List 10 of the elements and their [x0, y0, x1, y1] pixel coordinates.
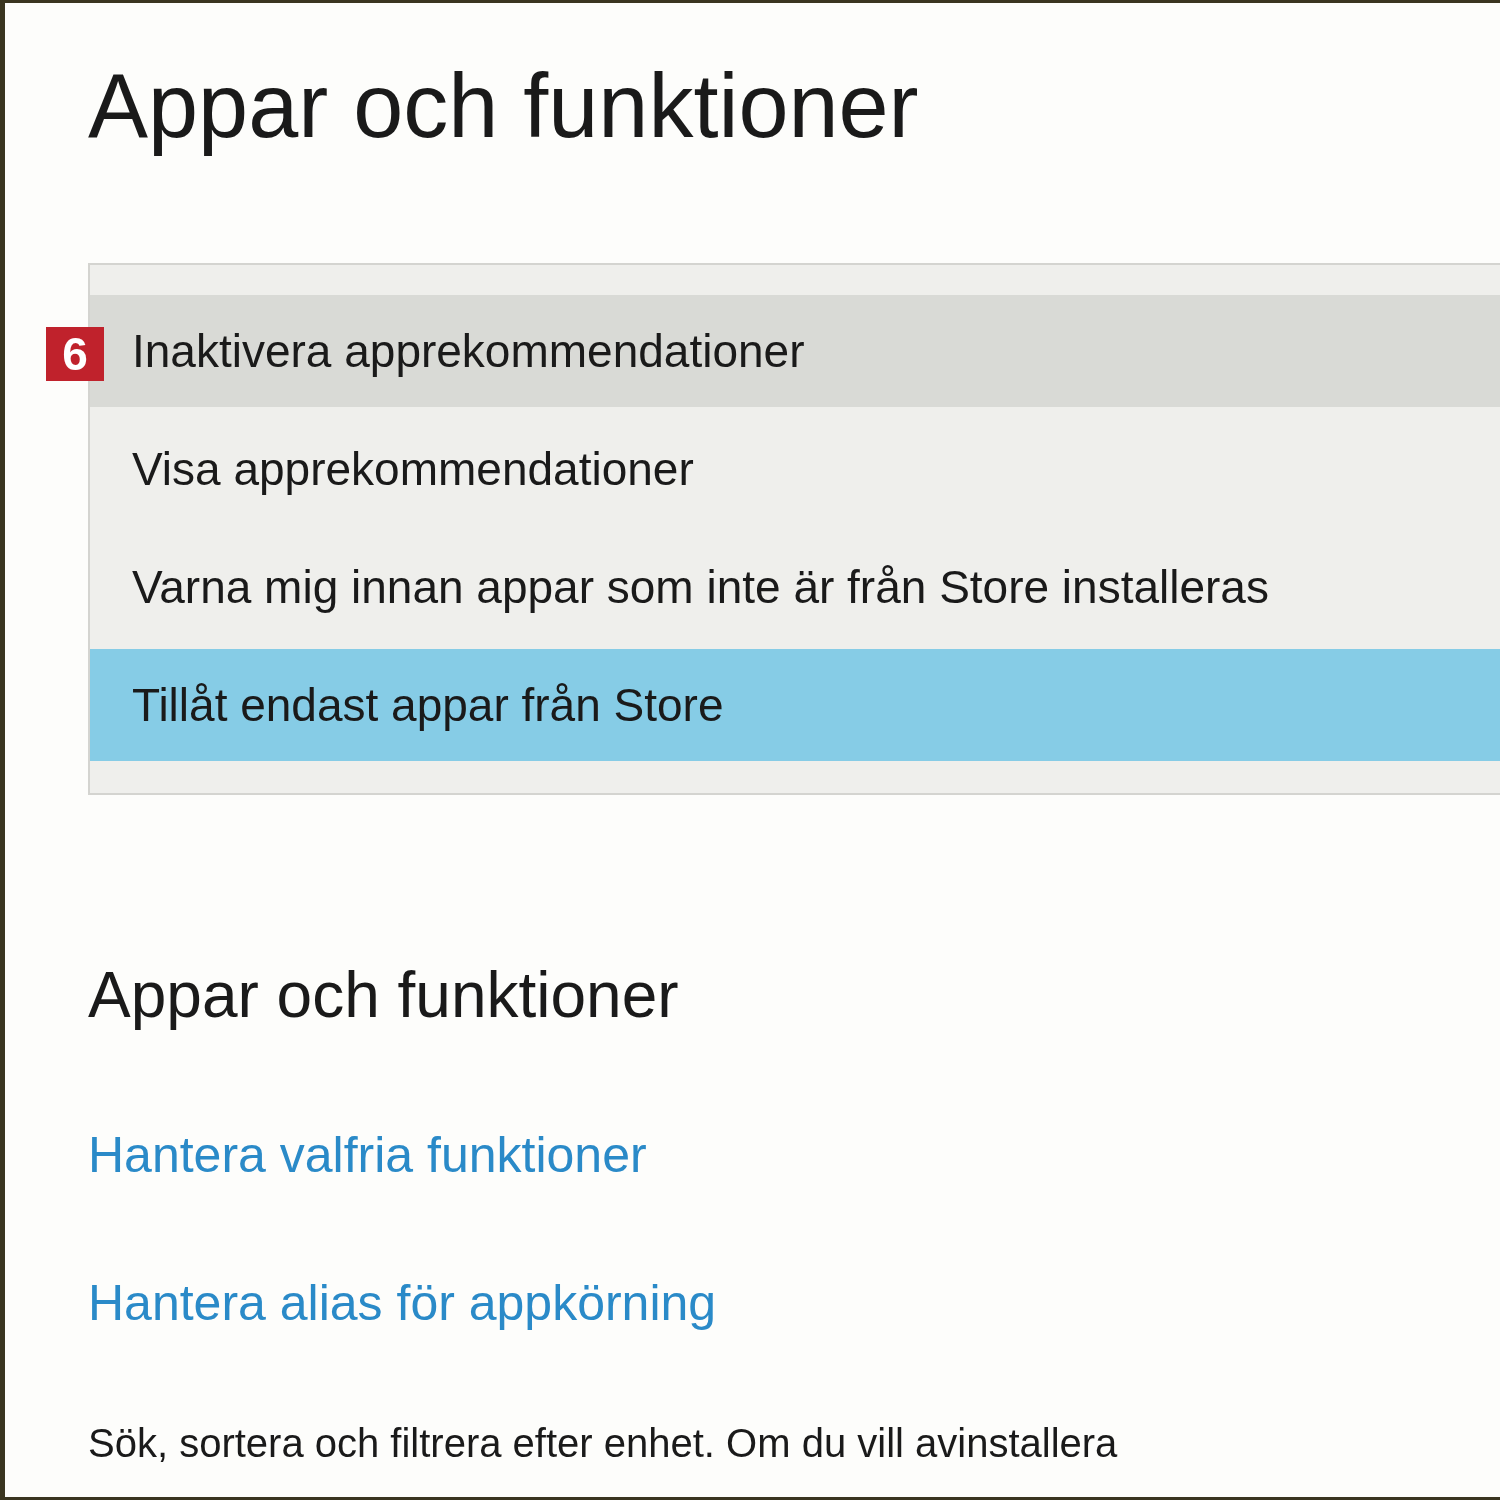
settings-link[interactable]: Hantera valfria funktioner: [88, 1125, 647, 1185]
step-badge: 6: [46, 327, 104, 381]
page-title: Appar och funktioner: [88, 55, 920, 158]
dropdown-option[interactable]: Visa apprekommendationer: [90, 413, 1500, 525]
description-text: Sök, sortera och filtrera efter enhet. Om du vill avinstallera: [88, 1421, 1118, 1466]
dropdown-option[interactable]: Varna mig innan appar som inte är från Store installeras: [90, 531, 1500, 643]
section-title: Appar och funktioner: [88, 958, 680, 1033]
settings-link[interactable]: Hantera alias för appkörning: [88, 1273, 717, 1333]
dropdown-option[interactable]: Inaktivera apprekommendationer: [90, 295, 1500, 407]
dropdown-option[interactable]: Tillåt endast appar från Store: [90, 649, 1500, 761]
